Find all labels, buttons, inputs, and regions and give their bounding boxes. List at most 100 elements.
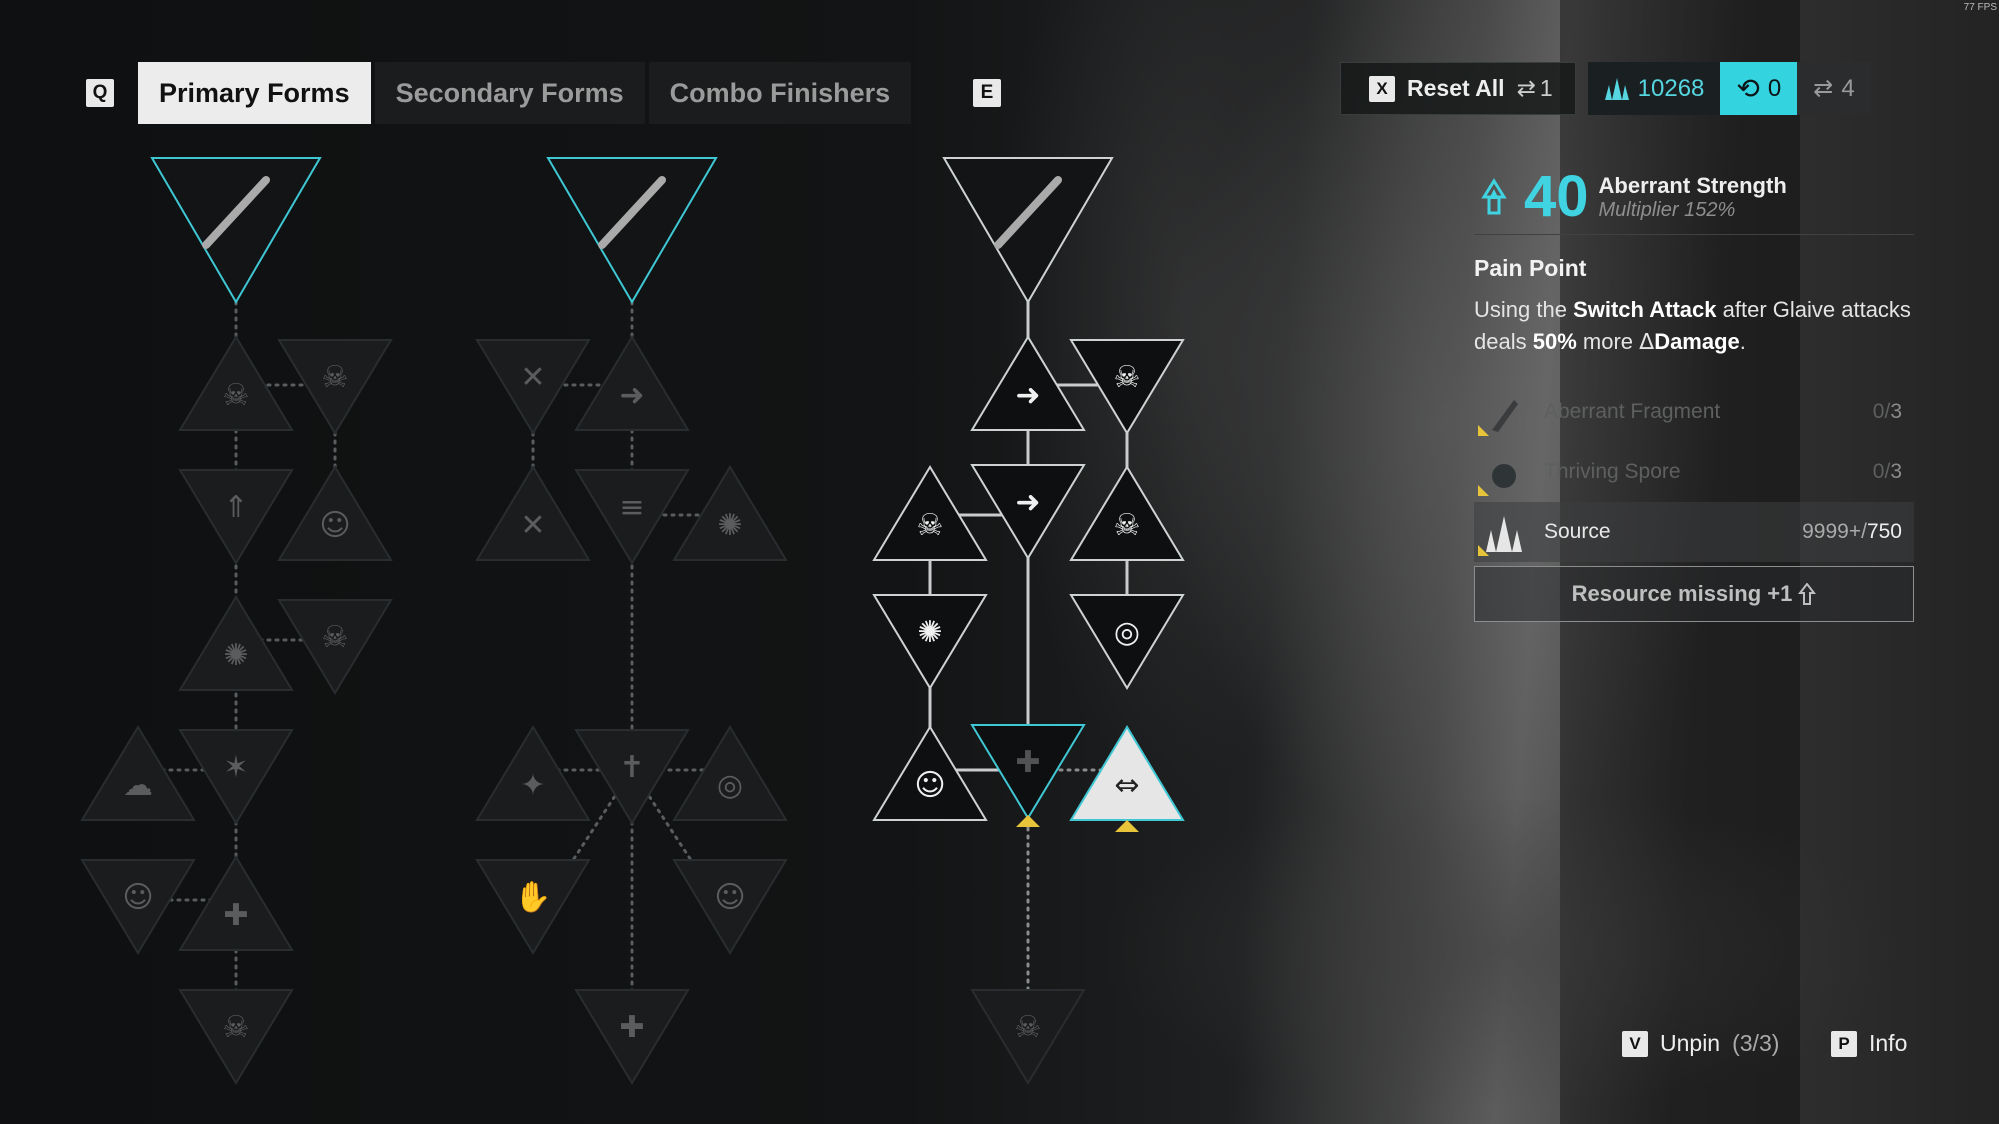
weapon-root-node[interactable] (942, 157, 1114, 304)
resource-label: Source (1544, 520, 1611, 543)
node-c3-11[interactable]: ☠ (970, 989, 1086, 1085)
node-glyph: ✺ (717, 508, 742, 543)
resource-aberrant-fragment: Aberrant Fragment 0/3 (1474, 382, 1914, 442)
node-glyph: ☺ (914, 768, 945, 803)
perk-description: Using the Switch Attack after Glaive att… (1474, 294, 1914, 358)
desc-text: Using the (1474, 297, 1574, 322)
resource-amount: 0/3 (1872, 400, 1902, 423)
node-glyph: ◎ (717, 768, 743, 803)
node-glyph: ✕ (520, 508, 545, 543)
node-glyph: ☠ (1114, 360, 1141, 395)
node-glyph: ✝ (619, 750, 644, 785)
node-c2-2[interactable]: ➜ (574, 335, 690, 431)
node-glyph: ☠ (1114, 508, 1141, 543)
weapon-root-node[interactable] (546, 157, 718, 304)
node-glyph: ✶ (223, 750, 248, 785)
node-glyph: ✋ (514, 879, 551, 915)
node-c1-2[interactable]: ☠ (277, 339, 393, 435)
node-c2-1[interactable]: ✕ (475, 339, 591, 435)
node-c1-11[interactable]: ☠ (178, 989, 294, 1085)
node-c3-8[interactable]: ☺ (872, 725, 988, 821)
resource-label: Thriving Spore (1544, 460, 1681, 483)
node-c1-4[interactable]: ☺ (277, 465, 393, 561)
unpin-key: V (1622, 1030, 1648, 1057)
desc-highlight: 50% (1532, 329, 1577, 354)
node-c3-5[interactable]: ☠ (1069, 465, 1185, 561)
resource-missing-button[interactable]: Resource missing +1 (1474, 566, 1914, 622)
desc-highlight: Switch Attack (1573, 297, 1717, 322)
node-glyph: ☠ (322, 360, 349, 395)
strength-icon (1481, 178, 1507, 215)
unpin-label: Unpin (1660, 1030, 1721, 1056)
node-glyph: ✺ (223, 638, 248, 673)
attribute-level-row: 40 Aberrant Strength Multiplier 152% (1474, 160, 1914, 235)
node-c2-5[interactable]: ✺ (672, 465, 788, 561)
node-glyph: ✚ (619, 1010, 644, 1045)
resource-have: 0 (1872, 460, 1885, 483)
unpin-prompt[interactable]: V Unpin (3/3) (1622, 1030, 1779, 1057)
node-c2-3[interactable]: ✕ (475, 465, 591, 561)
resource-need: 750 (1866, 520, 1902, 543)
node-glyph: ⇑ (223, 490, 248, 525)
node-glyph: ☠ (223, 378, 250, 413)
warning-marker (1478, 425, 1489, 436)
node-c2-7[interactable]: ✝ (574, 729, 690, 825)
node-glyph: ☠ (322, 620, 349, 655)
node-glyph: ☁ (123, 768, 153, 803)
weapon-root-node[interactable] (150, 157, 322, 304)
node-c2-6[interactable]: ✦ (475, 725, 591, 821)
node-c3-6[interactable]: ✺ (872, 594, 988, 690)
attribute-name: Aberrant Strength (1598, 172, 1787, 198)
node-c2-9[interactable]: ✋ (475, 859, 591, 955)
node-c3-3[interactable]: ➜ (970, 464, 1086, 560)
node-c2-11[interactable]: ✚ (574, 989, 690, 1085)
node-glyph: ✕ (520, 360, 545, 395)
node-c1-3[interactable]: ⇑ (178, 469, 294, 565)
resource-source: Source 9999+/750 (1474, 502, 1914, 562)
info-key: P (1831, 1030, 1857, 1057)
node-c1-1[interactable]: ☠ (178, 335, 294, 431)
node-c1-5[interactable]: ✺ (178, 595, 294, 691)
node-c2-10[interactable]: ☺ (672, 859, 788, 955)
node-glyph: ☠ (223, 1010, 250, 1045)
info-prompt[interactable]: P Info (1831, 1030, 1907, 1057)
node-glyph: ≡ (619, 490, 644, 525)
node-c3-10[interactable]: ⇔ (1069, 725, 1185, 821)
node-glyph: ➜ (619, 378, 644, 413)
perk-info-panel: 40 Aberrant Strength Multiplier 152% Pai… (1474, 160, 1914, 622)
perk-title: Pain Point (1474, 255, 1587, 281)
node-glyph: ✺ (917, 615, 942, 650)
node-glyph: ☺ (122, 880, 153, 915)
desc-text: . (1739, 329, 1746, 354)
node-glyph: ✦ (520, 768, 545, 803)
desc-text: more (1576, 329, 1640, 354)
node-c3-7[interactable]: ◎ (1069, 594, 1185, 690)
node-glyph: ☠ (917, 508, 944, 543)
node-glyph: ☠ (1015, 1010, 1042, 1045)
node-c1-6[interactable]: ☠ (277, 599, 393, 695)
node-c2-4[interactable]: ≡ (574, 469, 690, 565)
unpin-count: (3/3) (1732, 1030, 1780, 1056)
resource-list: Aberrant Fragment 0/3 Thriving Spore 0/3… (1474, 382, 1914, 562)
resource-amount: 9999+/750 (1802, 520, 1902, 543)
node-c1-9[interactable]: ✚ (178, 855, 294, 951)
node-glyph: ➜ (1015, 378, 1040, 413)
source-icon (1486, 516, 1522, 552)
node-c1-10[interactable]: ☺ (80, 859, 196, 955)
node-c1-8[interactable]: ☁ (80, 725, 196, 821)
resource-missing-label: Resource missing +1 (1571, 581, 1793, 606)
node-c2-8[interactable]: ◎ (672, 725, 788, 821)
fragment-icon (1492, 400, 1518, 432)
desc-highlight: Damage (1654, 329, 1740, 354)
node-c1-7[interactable]: ✶ (178, 729, 294, 825)
attribute-text: Aberrant Strength Multiplier 152% (1599, 173, 1787, 222)
node-glyph: ◎ (1114, 615, 1140, 650)
node-glyph: ✚ (223, 898, 248, 933)
node-glyph: ✚ (1015, 745, 1040, 780)
warning-marker (1478, 485, 1489, 496)
resource-need: 3 (1890, 400, 1902, 423)
resource-thriving-spore: Thriving Spore 0/3 (1474, 442, 1914, 502)
node-glyph: ☺ (714, 880, 745, 915)
attribute-level: 40 (1524, 164, 1589, 229)
resource-amount: 0/3 (1872, 460, 1902, 483)
